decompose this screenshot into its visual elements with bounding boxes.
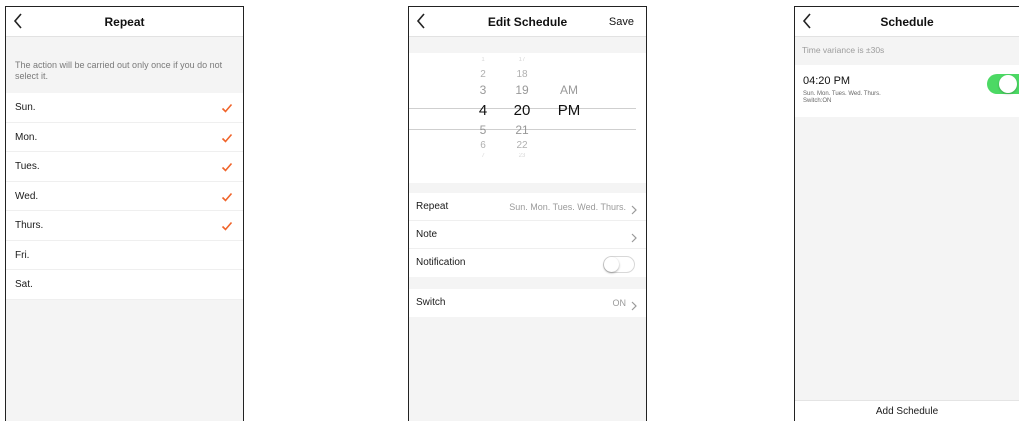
repeat-navbar: Repeat [6, 7, 243, 37]
picker-option[interactable]: 5 [463, 123, 503, 137]
notification-row: Notification [409, 249, 646, 277]
schedule-list-screen: Schedule Time variance is ±30s 04:20 PM … [794, 6, 1019, 421]
day-label: Wed. [15, 190, 39, 202]
day-label: Sat. [15, 279, 33, 290]
picker-option[interactable]: 20 [502, 102, 542, 119]
add-schedule-label: Add Schedule [875, 406, 939, 417]
add-schedule-button[interactable]: Add Schedule [795, 400, 1019, 421]
edit-schedule-screen: Edit Schedule Save 1234567 17 18 19 20 21 22 2… [408, 6, 647, 421]
checkmark-icon [221, 190, 233, 202]
day-row[interactable]: Sun. [6, 93, 243, 123]
schedule-days: Sun. Mon. Tues. Wed. Thurs. [803, 91, 881, 97]
picker-option[interactable]: PM [547, 102, 591, 119]
picker-option[interactable]: 23 [502, 153, 542, 159]
day-row[interactable]: Thurs. [6, 211, 243, 241]
switch-row[interactable]: Switch ON [409, 289, 646, 317]
chevron-right-icon [631, 230, 637, 243]
note-row[interactable]: Note [409, 221, 646, 249]
repeat-label: Repeat [416, 201, 449, 212]
day-list: Sun. Mon. Tues. Wed. Thurs. Fri. Sat. [6, 93, 243, 300]
page-title: Schedule [880, 15, 934, 29]
picker-option[interactable]: AM [547, 83, 591, 97]
page-title: Repeat [104, 15, 145, 29]
checkmark-icon [221, 101, 233, 113]
repeat-screen: Repeat The action will be carried out on… [5, 6, 244, 421]
checkmark-icon [221, 160, 233, 172]
schedule-navbar: Schedule [795, 7, 1019, 37]
picker-option[interactable]: 4 [463, 102, 503, 119]
picker-option[interactable]: 21 [502, 123, 542, 137]
edit-navbar: Edit Schedule Save [409, 7, 646, 37]
day-row[interactable]: Sat. [6, 270, 243, 300]
time-picker[interactable]: 1234567 17 18 19 20 21 22 23 AM PM [409, 53, 646, 183]
switch-group: Switch ON [409, 289, 646, 317]
switch-value: ON [612, 298, 627, 308]
day-label: Fri. [15, 249, 30, 261]
picker-option[interactable]: 3 [463, 83, 503, 97]
switch-label: Switch [416, 297, 446, 308]
notification-toggle[interactable] [603, 256, 635, 273]
schedule-switch-status: Switch:ON [803, 98, 832, 104]
checkmark-icon [221, 219, 233, 231]
day-row[interactable]: Mon. [6, 123, 243, 152]
day-row[interactable]: Fri. [6, 241, 243, 270]
chevron-right-icon [631, 202, 637, 215]
day-label: Thurs. [15, 220, 44, 231]
day-label: Tues. [15, 161, 40, 172]
toggle-knob [999, 75, 1017, 93]
toggle-knob [604, 257, 619, 272]
day-label: Mon. [15, 131, 38, 143]
picker-option[interactable]: 22 [502, 140, 542, 151]
schedule-time: 04:20 PM [803, 75, 851, 87]
save-button[interactable]: Save [609, 16, 634, 28]
schedule-item[interactable]: 04:20 PM Sun. Mon. Tues. Wed. Thurs. Swi… [795, 65, 1019, 117]
picker-option[interactable]: 19 [502, 83, 542, 97]
time-variance-text: Time variance is ±30s [802, 45, 885, 55]
edit-options-group: Repeat Sun. Mon. Tues. Wed. Thurs. Note … [409, 193, 646, 277]
chevron-right-icon [631, 298, 637, 311]
picker-option[interactable]: 1 [463, 57, 503, 63]
picker-option[interactable]: 6 [463, 140, 503, 151]
repeat-row[interactable]: Repeat Sun. Mon. Tues. Wed. Thurs. [409, 193, 646, 221]
picker-option[interactable]: 2 [463, 69, 503, 80]
day-row[interactable]: Tues. [6, 152, 243, 182]
day-label: Sun. [15, 102, 36, 113]
notification-label: Notification [416, 257, 466, 268]
repeat-hint-text: The action will be carried out only once… [6, 53, 243, 93]
schedule-enable-toggle[interactable] [987, 74, 1019, 94]
day-row[interactable]: Wed. [6, 182, 243, 211]
note-label: Note [416, 229, 438, 240]
checkmark-icon [221, 131, 233, 143]
picker-option[interactable]: 17 [502, 57, 542, 63]
picker-option[interactable]: 7 [463, 153, 503, 159]
repeat-value: Sun. Mon. Tues. Wed. Thurs. [509, 202, 626, 212]
picker-option[interactable]: 18 [502, 69, 542, 80]
